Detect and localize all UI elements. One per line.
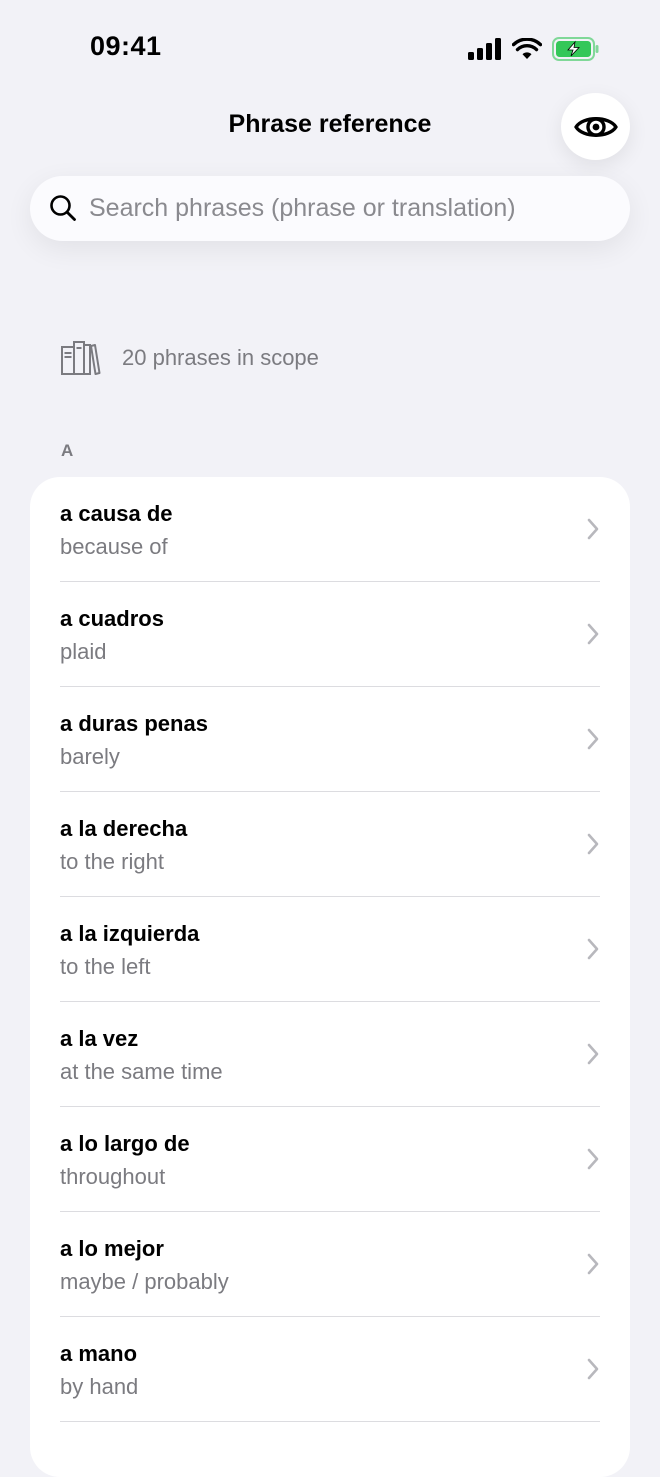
- search-bar[interactable]: [30, 176, 630, 241]
- list-item[interactable]: a causa de because of: [30, 477, 630, 582]
- translation-text: throughout: [60, 1164, 166, 1189]
- list-item[interactable]: a cuadros plaid: [30, 582, 630, 687]
- chevron-right-icon: [587, 1253, 599, 1275]
- visibility-toggle-button[interactable]: [561, 93, 630, 160]
- chevron-right-icon: [587, 518, 599, 540]
- chevron-right-icon: [587, 1148, 599, 1170]
- section-header: A: [61, 441, 74, 460]
- translation-text: plaid: [60, 639, 107, 664]
- phrase-text: a causa de: [60, 501, 173, 526]
- translation-text: to the right: [60, 849, 164, 874]
- list-item[interactable]: a lo largo de throughout: [30, 1107, 630, 1212]
- list-item[interactable]: a la vez at the same time: [30, 1002, 630, 1107]
- list-item[interactable]: a lo mejor maybe / probably: [30, 1212, 630, 1317]
- scope-count: 20 phrases in scope: [122, 345, 319, 370]
- books-icon: [61, 341, 101, 375]
- divider: [60, 1420, 600, 1422]
- list-item[interactable]: a la derecha to the right: [30, 792, 630, 897]
- search-input[interactable]: [89, 176, 609, 241]
- phrase-text: a cuadros: [60, 606, 164, 631]
- signal-icon: [468, 38, 501, 60]
- chevron-right-icon: [587, 833, 599, 855]
- search-icon: [50, 195, 76, 221]
- status-time: 09:41: [90, 31, 162, 61]
- list-item[interactable]: a duras penas barely: [30, 687, 630, 792]
- translation-text: because of: [60, 534, 168, 559]
- translation-text: by hand: [60, 1374, 139, 1399]
- chevron-right-icon: [587, 938, 599, 960]
- status-bar: 09:41: [0, 0, 660, 90]
- translation-text: barely: [60, 744, 120, 769]
- list-item[interactable]: a mano by hand: [30, 1317, 630, 1422]
- phrase-list: a causa de because of a cuadros plaid a …: [30, 477, 630, 1477]
- wifi-icon: [512, 38, 542, 59]
- chevron-right-icon: [587, 1043, 599, 1065]
- chevron-right-icon: [587, 1358, 599, 1380]
- phrase-text: a la vez: [60, 1026, 139, 1051]
- chevron-right-icon: [587, 728, 599, 750]
- eye-icon: [573, 116, 618, 137]
- list-item[interactable]: a la izquierda to the left: [30, 897, 630, 1002]
- phrase-text: a la derecha: [60, 816, 188, 841]
- battery-icon: [552, 37, 599, 61]
- translation-text: to the left: [60, 954, 151, 979]
- translation-text: at the same time: [60, 1059, 223, 1084]
- phrase-text: a la izquierda: [60, 921, 200, 946]
- phrase-text: a duras penas: [60, 711, 208, 736]
- chevron-right-icon: [587, 623, 599, 645]
- phrase-text: a mano: [60, 1341, 138, 1366]
- scope-summary: 20 phrases in scope: [60, 338, 319, 378]
- phrase-text: a lo largo de: [60, 1131, 190, 1156]
- phrase-text: a lo mejor: [60, 1236, 164, 1261]
- status-icons: [468, 34, 600, 64]
- translation-text: maybe / probably: [60, 1269, 229, 1294]
